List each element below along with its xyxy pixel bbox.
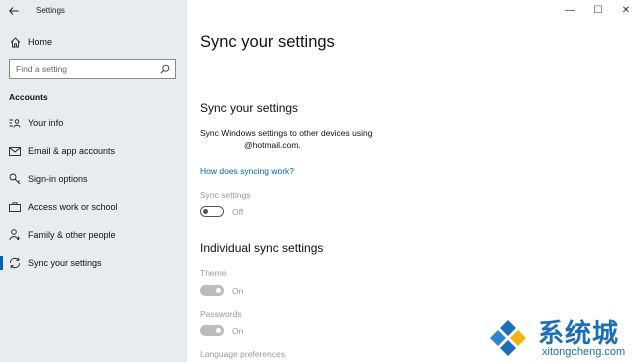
toggle-knob [203, 208, 208, 214]
back-arrow-icon [9, 6, 19, 15]
sidebar-item-label: Your info [28, 118, 64, 128]
sidebar-item-family-other-people[interactable]: Family & other people [0, 221, 187, 249]
sidebar-item-home[interactable]: Home [0, 33, 187, 51]
passwords-toggle[interactable] [200, 325, 224, 336]
sidebar-item-your-info[interactable]: Your info [0, 109, 187, 137]
sidebar-item-email-app-accounts[interactable]: Email & app accounts [0, 137, 187, 165]
sidebar-nav-list: Your info Email & app accounts Sign-in o… [0, 109, 187, 277]
sidebar-item-access-work-school[interactable]: Access work or school [0, 193, 187, 221]
sidebar-item-sync-settings[interactable]: Sync your settings [0, 249, 187, 277]
back-button[interactable] [0, 0, 28, 21]
search-input[interactable] [10, 64, 146, 74]
key-icon [9, 173, 21, 185]
how-syncing-works-link[interactable]: How does syncing work? [200, 166, 294, 176]
sidebar-item-label: Sign-in options [28, 174, 88, 184]
main-content: Sync your settings Sync your settings Sy… [187, 0, 640, 362]
search-icon[interactable] [155, 60, 175, 78]
sidebar-item-label: Sync your settings [28, 258, 102, 268]
sidebar-item-label: Access work or school [28, 202, 118, 212]
sync-settings-label: Sync settings [200, 190, 251, 200]
sidebar-item-label: Home [28, 37, 53, 47]
watermark-url: xitongcheng.com [542, 346, 626, 358]
mail-icon [9, 145, 21, 157]
titlebar: Settings [0, 0, 187, 21]
toggle-state: Off [232, 206, 244, 217]
language-preferences-label: Language preferences [200, 349, 286, 359]
sidebar: Settings Home Accounts [0, 0, 187, 362]
toggle-knob [216, 287, 221, 293]
accounts-section-header: Accounts [9, 92, 48, 102]
theme-toggle-row: On [200, 285, 243, 296]
watermark-logo-icon [486, 314, 530, 358]
page-title: Sync your settings [200, 33, 335, 51]
individual-sync-title: Individual sync settings [200, 241, 324, 255]
toggle-state: On [232, 325, 244, 336]
theme-toggle[interactable] [200, 285, 224, 296]
sync-section-title: Sync your settings [200, 101, 299, 115]
person-card-icon [9, 117, 21, 129]
passwords-label: Passwords [200, 309, 242, 319]
sync-account-email: @hotmail.com. [244, 140, 301, 150]
search-box[interactable] [9, 59, 176, 79]
sidebar-item-sign-in-options[interactable]: Sign-in options [0, 165, 187, 193]
home-icon [9, 36, 21, 48]
sync-icon [9, 257, 21, 269]
passwords-toggle-row: On [200, 325, 243, 336]
sync-settings-toggle-row: Off [200, 206, 243, 217]
person-add-icon [9, 229, 21, 241]
sync-settings-toggle[interactable] [200, 206, 224, 217]
sidebar-item-label: Email & app accounts [28, 146, 116, 156]
sidebar-item-label: Family & other people [28, 230, 116, 240]
theme-label: Theme [200, 268, 227, 278]
watermark-text: 系统城 [538, 319, 620, 349]
toggle-knob [216, 327, 221, 333]
site-watermark: 系统城 xitongcheng.com [482, 310, 640, 362]
app-title: Settings [36, 6, 65, 15]
briefcase-icon [9, 201, 21, 213]
toggle-state: On [232, 285, 244, 296]
sync-description: Sync Windows settings to other devices u… [200, 128, 373, 138]
